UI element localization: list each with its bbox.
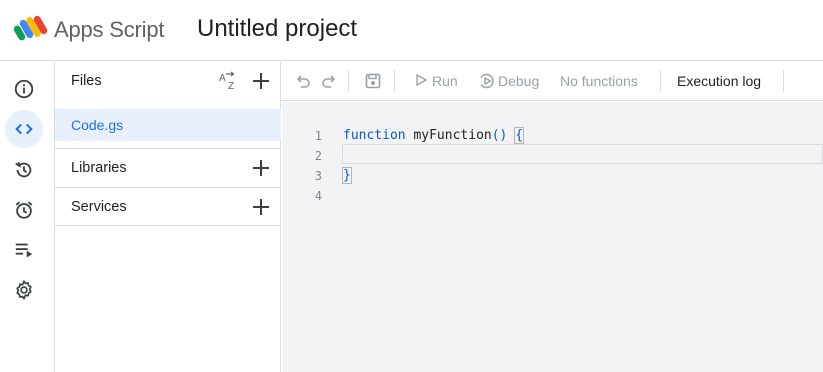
current-line-highlight bbox=[342, 144, 823, 164]
code-editor[interactable]: 1 2 3 4 function myFunction() { } bbox=[282, 102, 823, 372]
add-service-icon[interactable] bbox=[251, 197, 271, 217]
code-line-1[interactable]: function myFunction() { bbox=[343, 127, 525, 144]
debug-icon bbox=[480, 73, 494, 89]
project-history-button[interactable] bbox=[5, 151, 43, 189]
function-name-token: myFunction bbox=[413, 128, 492, 143]
file-name: Code.gs bbox=[71, 117, 124, 133]
redo-icon[interactable] bbox=[320, 72, 338, 90]
apps-script-logo-icon[interactable] bbox=[14, 13, 48, 43]
file-item-code-gs[interactable]: Code.gs bbox=[55, 109, 281, 141]
open-brace-token: { bbox=[514, 127, 525, 144]
execution-log-button[interactable]: Execution log bbox=[677, 73, 761, 89]
editor-toolbar: Run Debug No functions Execution log bbox=[282, 62, 823, 101]
keyword-token: function bbox=[343, 128, 406, 143]
toolbar-divider bbox=[394, 70, 395, 92]
triggers-button[interactable] bbox=[5, 191, 43, 229]
line-number: 4 bbox=[314, 189, 322, 203]
editor-button[interactable] bbox=[5, 110, 43, 148]
line-number: 1 bbox=[314, 129, 322, 143]
add-file-icon[interactable] bbox=[251, 71, 271, 91]
executions-icon bbox=[15, 243, 33, 258]
left-nav-rail bbox=[0, 62, 55, 372]
toolbar-divider bbox=[783, 70, 784, 92]
code-line-3[interactable]: } bbox=[342, 167, 352, 184]
executions-button[interactable] bbox=[5, 231, 43, 269]
alarm-icon bbox=[15, 201, 33, 219]
run-button[interactable]: Run bbox=[412, 62, 462, 101]
play-icon bbox=[416, 74, 427, 86]
files-title: Files bbox=[71, 73, 102, 89]
sort-az-icon[interactable]: A Z bbox=[218, 70, 240, 92]
svg-text:Z: Z bbox=[228, 81, 234, 92]
add-library-icon[interactable] bbox=[251, 158, 271, 178]
overview-button[interactable] bbox=[5, 70, 43, 108]
libraries-label: Libraries bbox=[71, 160, 127, 176]
close-brace-token: } bbox=[342, 167, 352, 184]
services-section: Services bbox=[55, 187, 281, 226]
info-icon bbox=[14, 79, 34, 99]
libraries-section: Libraries bbox=[55, 148, 281, 187]
files-header: Files A Z bbox=[55, 62, 281, 102]
undo-icon[interactable] bbox=[294, 72, 312, 90]
parens-token: () bbox=[491, 128, 508, 143]
debug-label: Debug bbox=[498, 73, 540, 89]
app-name: Apps Script bbox=[54, 17, 165, 42]
save-icon[interactable] bbox=[364, 72, 382, 90]
history-icon bbox=[15, 161, 32, 178]
project-title[interactable]: Untitled project bbox=[197, 15, 357, 43]
toolbar-divider bbox=[348, 70, 349, 92]
settings-button[interactable] bbox=[5, 271, 43, 309]
toolbar-divider bbox=[660, 70, 661, 92]
svg-text:A: A bbox=[219, 73, 226, 84]
services-label: Services bbox=[71, 199, 127, 215]
top-bar: Apps Script Untitled project bbox=[0, 0, 823, 61]
line-number: 3 bbox=[314, 169, 322, 183]
line-number: 2 bbox=[314, 149, 322, 163]
code-icon bbox=[15, 123, 33, 135]
gear-icon bbox=[16, 280, 32, 300]
files-panel: Files A Z Code.gs Libraries Services bbox=[55, 62, 281, 372]
function-select[interactable]: No functions bbox=[560, 73, 638, 89]
run-label: Run bbox=[432, 73, 458, 89]
debug-button[interactable]: Debug bbox=[476, 62, 546, 101]
